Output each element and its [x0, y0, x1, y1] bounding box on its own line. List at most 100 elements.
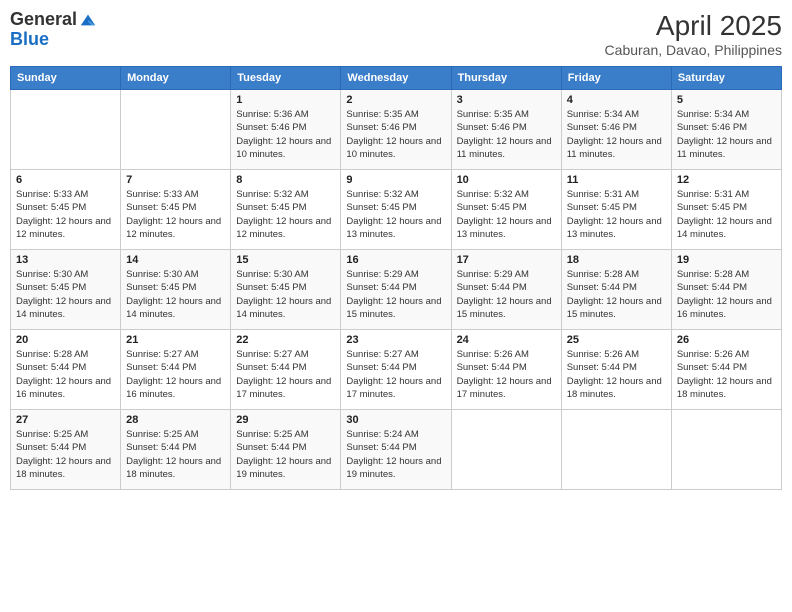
- cell-day-number: 10: [457, 174, 556, 186]
- calendar-cell: 3Sunrise: 5:35 AMSunset: 5:46 PMDaylight…: [451, 90, 561, 170]
- calendar-week-row: 27 Sunrise: 5:25 AMSunset: 5:44 PMDayligh…: [11, 410, 782, 490]
- calendar-cell: 23 Sunrise: 5:27 AMSunset: 5:44 PMDayligh…: [341, 330, 451, 410]
- cell-day-number: 21: [126, 334, 225, 346]
- cell-day-number: 4: [567, 94, 666, 106]
- cell-info: Sunrise: 5:29 AMSunset: 5:44 PMDaylight:…: [346, 268, 445, 321]
- calendar-week-row: 13 Sunrise: 5:30 AMSunset: 5:45 PMDayligh…: [11, 250, 782, 330]
- cell-day-number: 18: [567, 254, 666, 266]
- cell-info: Sunrise: 5:31 AMSunset: 5:45 PMDaylight:…: [677, 188, 776, 241]
- cell-info: Sunrise: 5:30 AMSunset: 5:45 PMDaylight:…: [16, 268, 115, 321]
- calendar-cell: 26Sunrise: 5:26 AMSunset: 5:44 PMDayligh…: [671, 330, 781, 410]
- calendar-cell: 28 Sunrise: 5:25 AMSunset: 5:44 PMDayligh…: [121, 410, 231, 490]
- cell-info: Sunrise: 5:24 AMSunset: 5:44 PMDaylight:…: [346, 428, 445, 481]
- calendar-cell: 29 Sunrise: 5:25 AMSunset: 5:44 PMDayligh…: [231, 410, 341, 490]
- calendar-table: SundayMondayTuesdayWednesdayThursdayFrid…: [10, 66, 782, 490]
- cell-info: Sunrise: 5:27 AMSunset: 5:44 PMDaylight:…: [346, 348, 445, 401]
- cell-info: Sunrise: 5:33 AMSunset: 5:45 PMDaylight:…: [16, 188, 115, 241]
- cell-day-number: 25: [567, 334, 666, 346]
- calendar-cell: 17 Sunrise: 5:29 AMSunset: 5:44 PMDayligh…: [451, 250, 561, 330]
- cell-info: Sunrise: 5:25 AMSunset: 5:44 PMDaylight:…: [236, 428, 335, 481]
- cell-info: Sunrise: 5:28 AMSunset: 5:44 PMDaylight:…: [567, 268, 666, 321]
- cell-day-number: 1: [236, 94, 335, 106]
- cell-info: Sunrise: 5:26 AMSunset: 5:44 PMDaylight:…: [457, 348, 556, 401]
- col-header-tuesday: Tuesday: [231, 67, 341, 90]
- cell-day-number: 17: [457, 254, 556, 266]
- cell-info: Sunrise: 5:33 AMSunset: 5:45 PMDaylight:…: [126, 188, 225, 241]
- cell-day-number: 23: [346, 334, 445, 346]
- cell-day-number: 9: [346, 174, 445, 186]
- cell-info: Sunrise: 5:25 AMSunset: 5:44 PMDaylight:…: [126, 428, 225, 481]
- cell-info: Sunrise: 5:34 AMSunset: 5:46 PMDaylight:…: [567, 108, 666, 161]
- col-header-thursday: Thursday: [451, 67, 561, 90]
- calendar-cell: [451, 410, 561, 490]
- calendar-cell: 20 Sunrise: 5:28 AMSunset: 5:44 PMDayligh…: [11, 330, 121, 410]
- calendar-cell: 21Sunrise: 5:27 AMSunset: 5:44 PMDayligh…: [121, 330, 231, 410]
- title-area: April 2025 Caburan, Davao, Philippines: [605, 10, 782, 58]
- cell-day-number: 27: [16, 414, 115, 426]
- calendar-cell: 14 Sunrise: 5:30 AMSunset: 5:45 PMDayligh…: [121, 250, 231, 330]
- cell-day-number: 8: [236, 174, 335, 186]
- cell-day-number: 20: [16, 334, 115, 346]
- cell-day-number: 15: [236, 254, 335, 266]
- logo: General Blue: [10, 10, 97, 50]
- cell-day-number: 22: [236, 334, 335, 346]
- calendar-cell: 1 Sunrise: 5:36 AMSunset: 5:46 PMDaylight…: [231, 90, 341, 170]
- calendar-cell: [671, 410, 781, 490]
- calendar-week-row: 20 Sunrise: 5:28 AMSunset: 5:44 PMDayligh…: [11, 330, 782, 410]
- cell-info: Sunrise: 5:30 AMSunset: 5:45 PMDaylight:…: [126, 268, 225, 321]
- cell-info: Sunrise: 5:36 AMSunset: 5:46 PMDaylight:…: [236, 108, 335, 161]
- calendar-cell: 15 Sunrise: 5:30 AMSunset: 5:45 PMDayligh…: [231, 250, 341, 330]
- cell-info: Sunrise: 5:27 AMSunset: 5:44 PMDaylight:…: [236, 348, 335, 401]
- cell-day-number: 5: [677, 94, 776, 106]
- cell-day-number: 24: [457, 334, 556, 346]
- cell-info: Sunrise: 5:35 AMSunset: 5:46 PMDaylight:…: [346, 108, 445, 161]
- cell-day-number: 14: [126, 254, 225, 266]
- calendar-cell: 30 Sunrise: 5:24 AMSunset: 5:44 PMDayligh…: [341, 410, 451, 490]
- cell-day-number: 28: [126, 414, 225, 426]
- calendar-cell: 22 Sunrise: 5:27 AMSunset: 5:44 PMDayligh…: [231, 330, 341, 410]
- cell-info: Sunrise: 5:30 AMSunset: 5:45 PMDaylight:…: [236, 268, 335, 321]
- cell-info: Sunrise: 5:25 AMSunset: 5:44 PMDaylight:…: [16, 428, 115, 481]
- logo-text-blue: Blue: [10, 30, 97, 50]
- cell-info: Sunrise: 5:29 AMSunset: 5:44 PMDaylight:…: [457, 268, 556, 321]
- cell-info: Sunrise: 5:26 AMSunset: 5:44 PMDaylight:…: [567, 348, 666, 401]
- calendar-cell: 4 Sunrise: 5:34 AMSunset: 5:46 PMDaylight…: [561, 90, 671, 170]
- cell-day-number: 3: [457, 94, 556, 106]
- col-header-monday: Monday: [121, 67, 231, 90]
- calendar-cell: 7Sunrise: 5:33 AMSunset: 5:45 PMDaylight…: [121, 170, 231, 250]
- calendar-header-row: SundayMondayTuesdayWednesdayThursdayFrid…: [11, 67, 782, 90]
- calendar-cell: [11, 90, 121, 170]
- col-header-wednesday: Wednesday: [341, 67, 451, 90]
- calendar-cell: 19 Sunrise: 5:28 AMSunset: 5:44 PMDayligh…: [671, 250, 781, 330]
- cell-info: Sunrise: 5:32 AMSunset: 5:45 PMDaylight:…: [457, 188, 556, 241]
- calendar-cell: 13 Sunrise: 5:30 AMSunset: 5:45 PMDayligh…: [11, 250, 121, 330]
- cell-info: Sunrise: 5:31 AMSunset: 5:45 PMDaylight:…: [567, 188, 666, 241]
- col-header-sunday: Sunday: [11, 67, 121, 90]
- logo-text-general: General: [10, 10, 77, 30]
- cell-info: Sunrise: 5:34 AMSunset: 5:46 PMDaylight:…: [677, 108, 776, 161]
- cell-day-number: 6: [16, 174, 115, 186]
- calendar-cell: 24 Sunrise: 5:26 AMSunset: 5:44 PMDayligh…: [451, 330, 561, 410]
- cell-info: Sunrise: 5:28 AMSunset: 5:44 PMDaylight:…: [677, 268, 776, 321]
- header: General Blue April 2025 Caburan, Davao, …: [10, 10, 782, 58]
- calendar-cell: 25 Sunrise: 5:26 AMSunset: 5:44 PMDayligh…: [561, 330, 671, 410]
- cell-day-number: 29: [236, 414, 335, 426]
- page: General Blue April 2025 Caburan, Davao, …: [0, 0, 792, 612]
- main-title: April 2025: [605, 10, 782, 42]
- cell-day-number: 13: [16, 254, 115, 266]
- calendar-cell: 16Sunrise: 5:29 AMSunset: 5:44 PMDayligh…: [341, 250, 451, 330]
- calendar-week-row: 6 Sunrise: 5:33 AMSunset: 5:45 PMDaylight…: [11, 170, 782, 250]
- calendar-cell: 6 Sunrise: 5:33 AMSunset: 5:45 PMDaylight…: [11, 170, 121, 250]
- logo-icon: [79, 11, 97, 29]
- calendar-cell: 2Sunrise: 5:35 AMSunset: 5:46 PMDaylight…: [341, 90, 451, 170]
- cell-info: Sunrise: 5:28 AMSunset: 5:44 PMDaylight:…: [16, 348, 115, 401]
- cell-info: Sunrise: 5:32 AMSunset: 5:45 PMDaylight:…: [236, 188, 335, 241]
- calendar-week-row: 1 Sunrise: 5:36 AMSunset: 5:46 PMDaylight…: [11, 90, 782, 170]
- cell-day-number: 19: [677, 254, 776, 266]
- col-header-friday: Friday: [561, 67, 671, 90]
- calendar-cell: 8 Sunrise: 5:32 AMSunset: 5:45 PMDaylight…: [231, 170, 341, 250]
- calendar-cell: 10 Sunrise: 5:32 AMSunset: 5:45 PMDayligh…: [451, 170, 561, 250]
- col-header-saturday: Saturday: [671, 67, 781, 90]
- calendar-cell: 5 Sunrise: 5:34 AMSunset: 5:46 PMDaylight…: [671, 90, 781, 170]
- cell-day-number: 30: [346, 414, 445, 426]
